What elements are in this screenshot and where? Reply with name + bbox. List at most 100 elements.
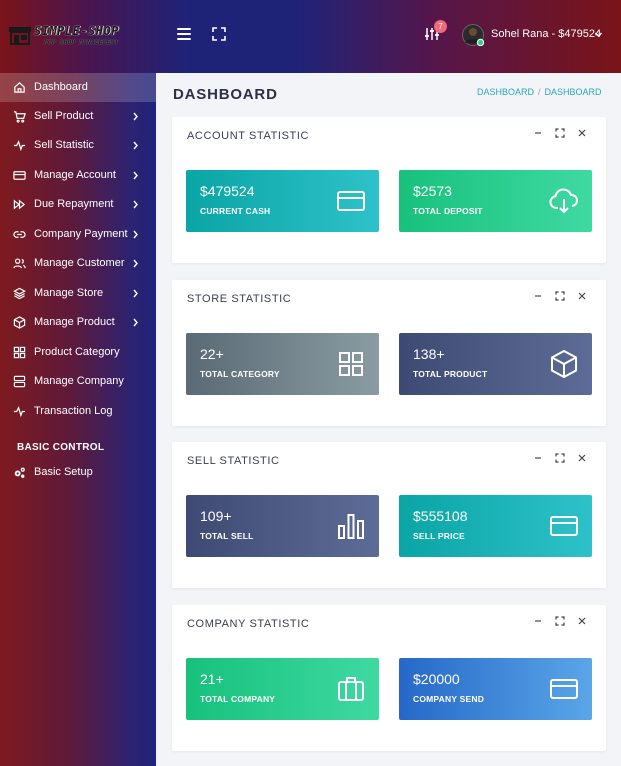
sidebar-item-label: Sell Product <box>34 110 94 122</box>
stat-value: 22+ <box>200 346 224 362</box>
close-icon[interactable] <box>577 128 587 138</box>
fast-forward-icon <box>13 199 26 210</box>
server-icon <box>13 375 26 388</box>
sidebar-item-transaction-log[interactable]: Transaction Log <box>0 397 156 426</box>
stat-caption: TOTAL COMPANY <box>200 694 276 704</box>
stat-value: $479524 <box>200 183 255 199</box>
credit-card-icon <box>550 679 578 699</box>
stat-caption: CURRENT CASH <box>200 206 271 216</box>
minimize-icon[interactable] <box>533 616 543 626</box>
box-icon <box>13 316 26 329</box>
chevron-right-icon <box>133 141 138 150</box>
close-icon[interactable] <box>577 291 587 301</box>
sidebar-section-title: BASIC CONTROL <box>17 442 105 453</box>
sidebar-item-label: Sell Statistic <box>34 139 94 151</box>
page-title: DASHBOARD <box>173 86 278 103</box>
sidebar-item-manage-account[interactable]: Manage Account <box>0 161 156 190</box>
sidebar-item-manage-company[interactable]: Manage Company <box>0 367 156 396</box>
close-icon[interactable] <box>577 616 587 626</box>
brand-logo[interactable]: SIMPLE-SHOP POP SHOP MANAGEMENT <box>8 22 120 50</box>
credit-card-icon <box>337 191 365 211</box>
panel-store-statistic: STORE STATISTIC 22+ TOTAL CATEGORY 138+ … <box>172 280 606 426</box>
sidebar-item-basic-setup[interactable]: Basic Setup <box>0 458 156 487</box>
user-name-label[interactable]: Sohel Rana - $479524 <box>491 28 601 40</box>
activity-icon <box>13 406 26 418</box>
panel-account-statistic: ACCOUNT STATISTIC $479524 CURRENT CASH $… <box>172 117 606 263</box>
panel-sell-statistic: SELL STATISTIC 109+ TOTAL SELL $555108 S… <box>172 442 606 588</box>
stat-card-total-product[interactable]: 138+ TOTAL PRODUCT <box>399 333 592 395</box>
stat-card-current-cash[interactable]: $479524 CURRENT CASH <box>186 170 379 232</box>
sidebar-item-label: Dashboard <box>34 81 88 93</box>
notification-badge[interactable]: 7 <box>434 20 447 33</box>
stat-value: $20000 <box>413 671 460 687</box>
stat-card-company-send[interactable]: $20000 COMPANY SEND <box>399 658 592 720</box>
sidebar-item-due-repayment[interactable]: Due Repayment <box>0 190 156 219</box>
stat-caption: TOTAL SELL <box>200 531 254 541</box>
expand-icon[interactable] <box>555 616 565 626</box>
bar-chart-icon <box>338 514 364 539</box>
minimize-icon[interactable] <box>533 128 543 138</box>
grid-icon <box>339 352 363 376</box>
user-avatar[interactable] <box>462 24 485 47</box>
chevron-right-icon <box>133 171 138 180</box>
stat-value: $555108 <box>413 508 468 524</box>
sidebar: Dashboard Sell Product Sell Statistic Ma… <box>0 73 156 766</box>
expand-icon[interactable] <box>555 453 565 463</box>
sidebar-item-product-category[interactable]: Product Category <box>0 338 156 367</box>
sidebar-item-sell-statistic[interactable]: Sell Statistic <box>0 131 156 160</box>
breadcrumb-item[interactable]: DASHBOARD <box>477 87 534 97</box>
menu-toggle-icon[interactable] <box>177 28 191 40</box>
stat-card-total-sell[interactable]: 109+ TOTAL SELL <box>186 495 379 557</box>
brand-name: SIMPLE-SHOP <box>34 24 119 38</box>
stat-card-total-category[interactable]: 22+ TOTAL CATEGORY <box>186 333 379 395</box>
sidebar-item-label: Manage Store <box>34 287 104 299</box>
chevron-right-icon <box>133 259 138 268</box>
stat-caption: TOTAL DEPOSIT <box>413 206 483 216</box>
stat-card-total-company[interactable]: 21+ TOTAL COMPANY <box>186 658 379 720</box>
sidebar-item-company-payment[interactable]: Company Payment <box>0 220 156 249</box>
box-icon <box>551 349 577 379</box>
sidebar-item-sell-product[interactable]: Sell Product <box>0 102 156 131</box>
expand-icon[interactable] <box>555 128 565 138</box>
chevron-down-icon[interactable] <box>594 30 603 39</box>
pulse-icon <box>13 140 26 152</box>
chevron-right-icon <box>133 230 138 239</box>
chevron-right-icon <box>133 112 138 121</box>
breadcrumb: DASHBOARD / DASHBOARD <box>477 87 602 97</box>
stat-value: 109+ <box>200 508 232 524</box>
cogs-icon <box>14 467 25 478</box>
sidebar-item-label: Manage Company <box>34 375 124 387</box>
stat-caption: TOTAL CATEGORY <box>200 369 280 379</box>
sidebar-item-manage-customer[interactable]: Manage Customer <box>0 249 156 278</box>
stat-card-total-deposit[interactable]: $2573 TOTAL DEPOSIT <box>399 170 592 232</box>
sidebar-item-manage-product[interactable]: Manage Product <box>0 308 156 337</box>
fullscreen-icon[interactable] <box>212 27 226 41</box>
link-icon <box>13 231 26 238</box>
breadcrumb-item: DASHBOARD <box>544 87 602 97</box>
panel-company-statistic: COMPANY STATISTIC 21+ TOTAL COMPANY $200… <box>172 605 606 751</box>
sidebar-item-label: Manage Customer <box>34 257 125 269</box>
stat-card-sell-price[interactable]: $555108 SELL PRICE <box>399 495 592 557</box>
stat-caption: COMPANY SEND <box>413 694 485 704</box>
home-icon <box>14 82 25 93</box>
sidebar-item-dashboard[interactable]: Dashboard <box>0 73 156 102</box>
chevron-right-icon <box>133 200 138 209</box>
stat-caption: SELL PRICE <box>413 531 465 541</box>
stat-value: $2573 <box>413 183 452 199</box>
shop-cart-logo-icon <box>9 27 31 45</box>
sidebar-item-manage-store[interactable]: Manage Store <box>0 279 156 308</box>
sidebar-item-label: Basic Setup <box>34 466 93 478</box>
cloud-download-icon <box>549 188 578 214</box>
close-icon[interactable] <box>577 453 587 463</box>
expand-icon[interactable] <box>555 291 565 301</box>
credit-card-icon <box>13 171 26 180</box>
top-header: SIMPLE-SHOP POP SHOP MANAGEMENT 7 Sohel … <box>0 0 621 73</box>
panel-title: ACCOUNT STATISTIC <box>187 130 310 142</box>
panel-title: STORE STATISTIC <box>187 293 292 305</box>
sidebar-item-label: Due Repayment <box>34 198 114 210</box>
sidebar-item-label: Manage Product <box>34 316 115 328</box>
credit-card-icon <box>550 516 578 536</box>
cart-icon <box>13 111 26 123</box>
minimize-icon[interactable] <box>533 291 543 301</box>
minimize-icon[interactable] <box>533 453 543 463</box>
